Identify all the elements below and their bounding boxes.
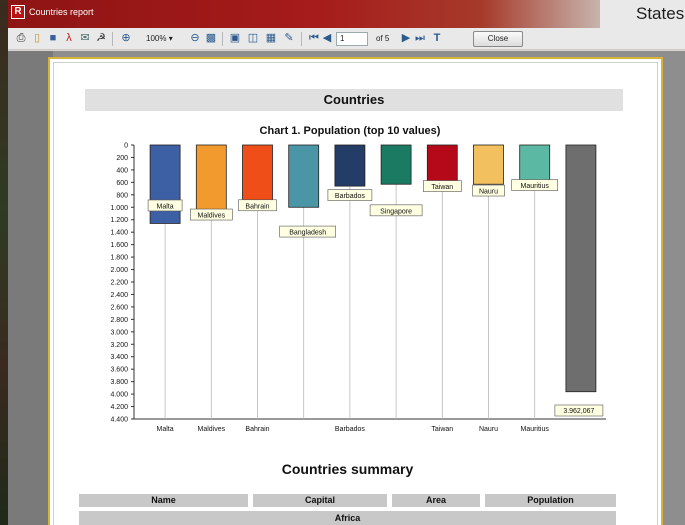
data-callout-label: Singapore — [380, 208, 412, 215]
y-tick-label: 400 — [116, 167, 128, 174]
data-callout-label: Bahrain — [245, 203, 269, 210]
y-tick-label: 800 — [116, 192, 128, 199]
x-tick-label: Barbados — [335, 426, 365, 433]
x-tick-label: Bahrain — [245, 426, 269, 433]
bar — [380, 144, 412, 185]
y-tick-label: 1.200 — [110, 217, 128, 224]
bar — [288, 144, 320, 208]
data-callout-label: Taiwan — [431, 184, 453, 191]
y-tick-label: 1.400 — [110, 230, 128, 237]
y-tick-label: 4.000 — [110, 392, 128, 399]
y-tick-label: 2.800 — [110, 317, 128, 324]
y-tick-label: 2.200 — [110, 280, 128, 287]
y-tick-label: 1.000 — [110, 205, 128, 212]
y-tick-label: 600 — [116, 180, 128, 187]
bar — [519, 144, 551, 183]
y-tick-label: 3.800 — [110, 379, 128, 386]
y-tick-label: 3.000 — [110, 329, 128, 336]
y-tick-label: 4.200 — [110, 404, 128, 411]
y-tick-label: 0 — [124, 143, 128, 150]
y-tick-label: 2.000 — [110, 267, 128, 274]
column-header-area: Area — [392, 494, 480, 507]
x-tick-label: Mauritius — [520, 426, 549, 433]
data-callout-label: Mauritius — [520, 183, 549, 190]
bar — [565, 144, 597, 393]
column-header-capital: Capital — [253, 494, 387, 507]
region-row: Africa — [79, 511, 616, 525]
x-tick-label: Taiwan — [431, 426, 453, 433]
bar — [149, 144, 181, 224]
column-header-name: Name — [79, 494, 248, 507]
data-callout-label: Barbados — [335, 193, 365, 200]
y-tick-label: 200 — [116, 155, 128, 162]
y-tick-label: 3.200 — [110, 342, 128, 349]
x-tick-label: Maldives — [197, 426, 225, 433]
data-callout-label: Malta — [157, 203, 174, 210]
bar — [473, 144, 504, 185]
bar — [195, 144, 227, 218]
population-chart: 0 200 400 600 800 1.000 1.200 1.400 1.600 1.800 2.… — [110, 143, 606, 433]
y-tick-label: 2.600 — [110, 304, 128, 311]
column-header-population: Population — [485, 494, 616, 507]
y-tick-label: 2.400 — [110, 292, 128, 299]
summary-title: Countries summary — [281, 461, 414, 477]
x-tick-label: Malta — [157, 426, 174, 433]
y-tick-label: 3.400 — [110, 354, 128, 361]
bar — [426, 144, 458, 187]
data-callout-label: Bangladesh — [289, 230, 326, 237]
bar — [334, 144, 366, 187]
x-tick-label: Nauru — [479, 426, 498, 433]
data-callout-label: Nauru — [479, 189, 498, 196]
y-tick-label: 3.600 — [110, 367, 128, 374]
data-callout-label: Maldives — [197, 213, 225, 220]
y-tick-label: 1.600 — [110, 242, 128, 249]
value-callout-label: 3.962,067 — [563, 408, 594, 415]
y-tick-label: 1.800 — [110, 255, 128, 262]
y-tick-label: 4.400 — [110, 417, 128, 424]
